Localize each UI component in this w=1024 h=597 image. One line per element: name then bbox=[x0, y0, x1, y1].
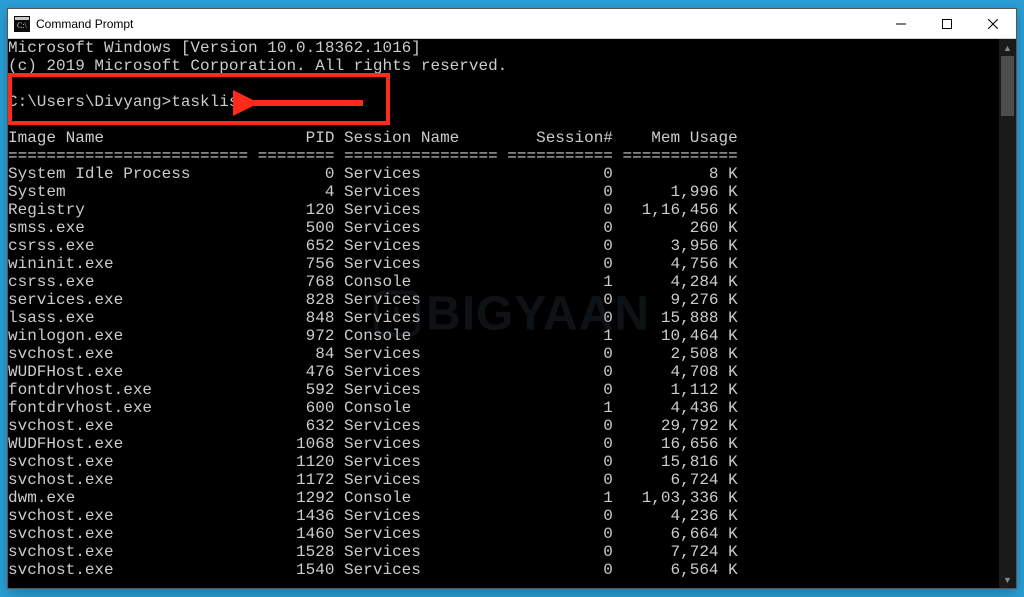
console-area: Microsoft Windows [Version 10.0.18362.10… bbox=[8, 39, 1016, 588]
minimize-button[interactable] bbox=[878, 9, 924, 38]
titlebar[interactable]: C:\ Command Prompt bbox=[8, 9, 1016, 39]
close-button[interactable] bbox=[970, 9, 1016, 38]
window-title: Command Prompt bbox=[36, 17, 878, 31]
svg-text:C:\: C:\ bbox=[17, 21, 28, 30]
window-controls bbox=[878, 9, 1016, 38]
scroll-down-arrow[interactable]: ▼ bbox=[999, 571, 1016, 588]
scroll-up-arrow[interactable]: ▲ bbox=[999, 39, 1016, 56]
console-output[interactable]: Microsoft Windows [Version 10.0.18362.10… bbox=[8, 39, 999, 588]
app-icon: C:\ bbox=[14, 16, 30, 32]
maximize-button[interactable] bbox=[924, 9, 970, 38]
vertical-scrollbar[interactable]: ▲ ▼ bbox=[999, 39, 1016, 588]
scroll-track[interactable] bbox=[999, 56, 1016, 571]
scroll-thumb[interactable] bbox=[1001, 56, 1014, 116]
command-prompt-window: C:\ Command Prompt Microsoft Windows [Ve… bbox=[7, 8, 1017, 589]
